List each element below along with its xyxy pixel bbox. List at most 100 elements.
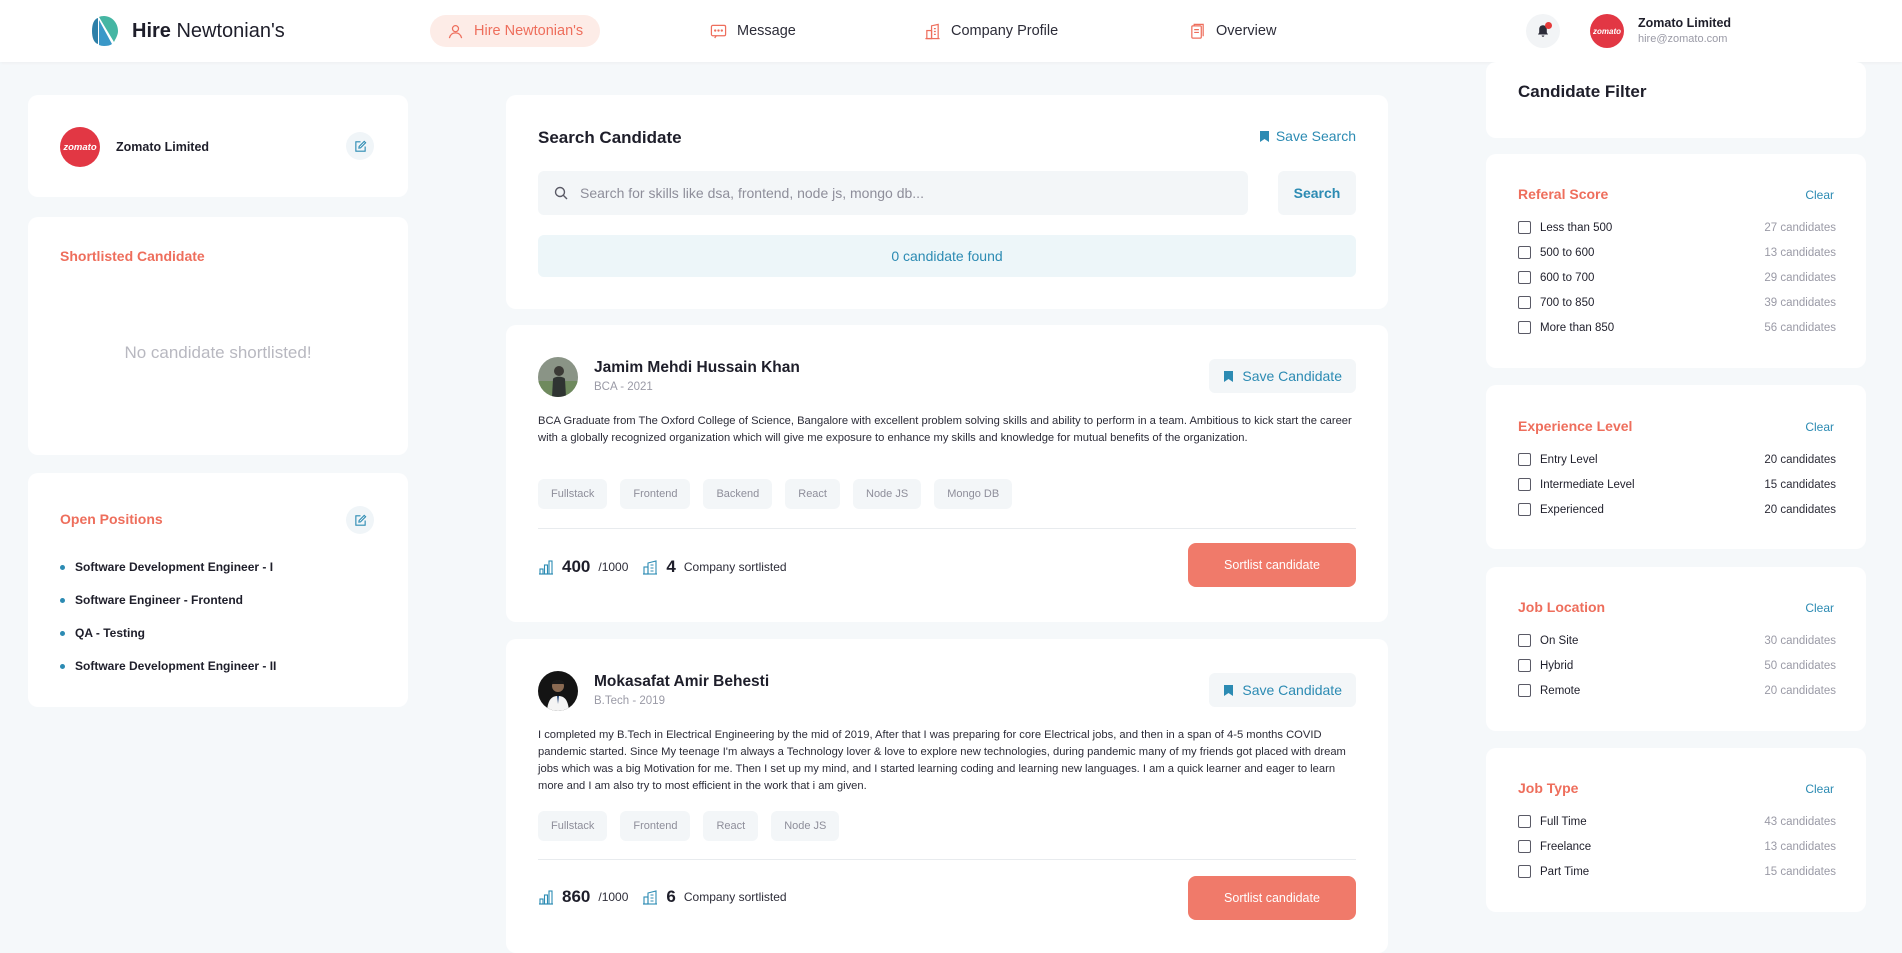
checkbox[interactable] [1518,684,1531,697]
position-item[interactable]: Software Development Engineer - I [60,560,276,593]
company-count-label: Company sortlisted [683,890,787,904]
nav-hire[interactable]: Hire Newtonian's [430,15,601,47]
filter-group-title: Job Type [1518,780,1579,796]
candidate-name[interactable]: Jamim Mehdi Hussain Khan [594,359,800,377]
save-candidate-button[interactable]: Save Candidate [1209,359,1356,393]
logo-mark-icon [92,16,118,46]
company-card: zomato Zomato Limited [28,95,408,197]
filter-group-referral: Referal Score Clear Less than 500 27 cand… [1486,154,1866,368]
nav-message[interactable]: Message [693,15,813,47]
clear-filter-button[interactable]: Clear [1805,601,1834,615]
candidate-photo [538,671,578,711]
sortlist-candidate-button[interactable]: Sortlist candidate [1188,543,1356,587]
nav-label: Message [737,23,796,39]
checkbox[interactable] [1518,865,1531,878]
edit-positions-button[interactable] [346,506,374,534]
skill-tag: React [703,811,759,841]
divider [538,528,1356,529]
filter-option[interactable]: Freelance 13 candidates [1518,834,1836,859]
sortlist-candidate-button[interactable]: Sortlist candidate [1188,876,1356,920]
checkbox[interactable] [1518,221,1531,234]
filter-option[interactable]: 600 to 700 29 candidates [1518,265,1836,290]
checkbox[interactable] [1518,246,1531,259]
company-building-icon [643,559,658,575]
brand-logo[interactable]: Hire Newtonian's [92,16,285,46]
checkbox[interactable] [1518,659,1531,672]
filter-option[interactable]: 500 to 600 13 candidates [1518,240,1836,265]
candidate-card: Mokasafat Amir Behesti B.Tech - 2019 Sav… [506,639,1388,953]
filter-option[interactable]: Intermediate Level 15 candidates [1518,472,1836,497]
clear-filter-button[interactable]: Clear [1805,188,1834,202]
skill-tag: Backend [703,479,773,509]
checkbox[interactable] [1518,453,1531,466]
checkbox[interactable] [1518,634,1531,647]
filter-option[interactable]: Remote 20 candidates [1518,678,1836,703]
filter-title: Candidate Filter [1518,82,1647,101]
bullet-dot [60,565,65,570]
save-search-button[interactable]: Save Search [1259,128,1356,144]
checkbox[interactable] [1518,503,1531,516]
filter-header-card: Candidate Filter [1486,62,1866,138]
position-item[interactable]: Software Development Engineer - II [60,659,276,692]
bookmark-icon [1224,370,1234,382]
filter-group-title: Job Location [1518,599,1606,615]
filter-option[interactable]: On Site 30 candidates [1518,628,1836,653]
checkbox[interactable] [1518,815,1531,828]
message-icon [710,24,727,38]
checkbox[interactable] [1518,478,1531,491]
filter-option[interactable]: Less than 500 27 candidates [1518,215,1836,240]
open-positions-card: Open Positions Software Development Engi… [28,473,408,707]
search-field[interactable] [538,171,1248,215]
referral-score: 400 [562,557,591,576]
candidate-stats: 860 /1000 6 Company sortlisted [538,887,787,907]
header-email: hire@zomato.com [1638,33,1728,45]
score-chart-icon [539,889,553,905]
company-building-icon [643,889,658,905]
skill-tag: Node JS [771,811,840,841]
notification-button[interactable] [1526,14,1560,48]
position-item[interactable]: QA - Testing [60,626,276,659]
clear-filter-button[interactable]: Clear [1805,420,1834,434]
filter-option[interactable]: More than 850 56 candidates [1518,315,1836,340]
save-candidate-button[interactable]: Save Candidate [1209,673,1356,707]
skill-tag: Frontend [620,479,691,509]
search-button[interactable]: Search [1278,171,1356,215]
candidate-photo [538,357,578,397]
nav-company-profile[interactable]: Company Profile [907,15,1075,47]
search-input[interactable] [580,185,1220,201]
skill-tags: Fullstack Frontend React Node JS [538,811,840,841]
position-item[interactable]: Software Engineer - Frontend [60,593,276,626]
checkbox[interactable] [1518,321,1531,334]
bullet-dot [60,664,65,669]
document-icon [1191,23,1204,39]
bullet-dot [60,598,65,603]
filter-option[interactable]: Hybrid 50 candidates [1518,653,1836,678]
skill-tag: React [785,479,840,509]
score-chart-icon [539,559,553,575]
edit-company-button[interactable] [346,132,374,160]
filter-option[interactable]: Experienced 20 candidates [1518,497,1836,522]
skill-tag: Fullstack [538,479,608,509]
filter-option[interactable]: Part Time 15 candidates [1518,859,1836,884]
company-avatar[interactable]: zomato [1590,14,1624,48]
divider [538,859,1356,860]
filter-option[interactable]: Entry Level 20 candidates [1518,447,1836,472]
company-logo: zomato [60,127,100,167]
filter-option[interactable]: Full Time 43 candidates [1518,809,1836,834]
checkbox[interactable] [1518,840,1531,853]
filter-options: Less than 500 27 candidates 500 to 600 13 … [1518,215,1836,340]
checkbox[interactable] [1518,271,1531,284]
clear-filter-button[interactable]: Clear [1805,782,1834,796]
checkbox[interactable] [1518,296,1531,309]
bookmark-icon [1224,684,1234,696]
notification-dot [1545,22,1552,29]
candidate-name[interactable]: Mokasafat Amir Behesti [594,673,769,691]
candidate-description: I completed my B.Tech in Electrical Engi… [538,729,1346,792]
nav-overview[interactable]: Overview [1172,15,1293,47]
results-count: 0 candidate found [538,235,1356,277]
positions-list: Software Development Engineer - I Softwa… [60,560,276,692]
header-company-name: Zomato Limited [1638,16,1732,30]
filter-option[interactable]: 700 to 850 39 candidates [1518,290,1836,315]
filter-group-job-type: Job Type Clear Full Time 43 candidates Fr… [1486,748,1866,912]
candidate-stats: 400 /1000 4 Company sortlisted [538,557,787,577]
